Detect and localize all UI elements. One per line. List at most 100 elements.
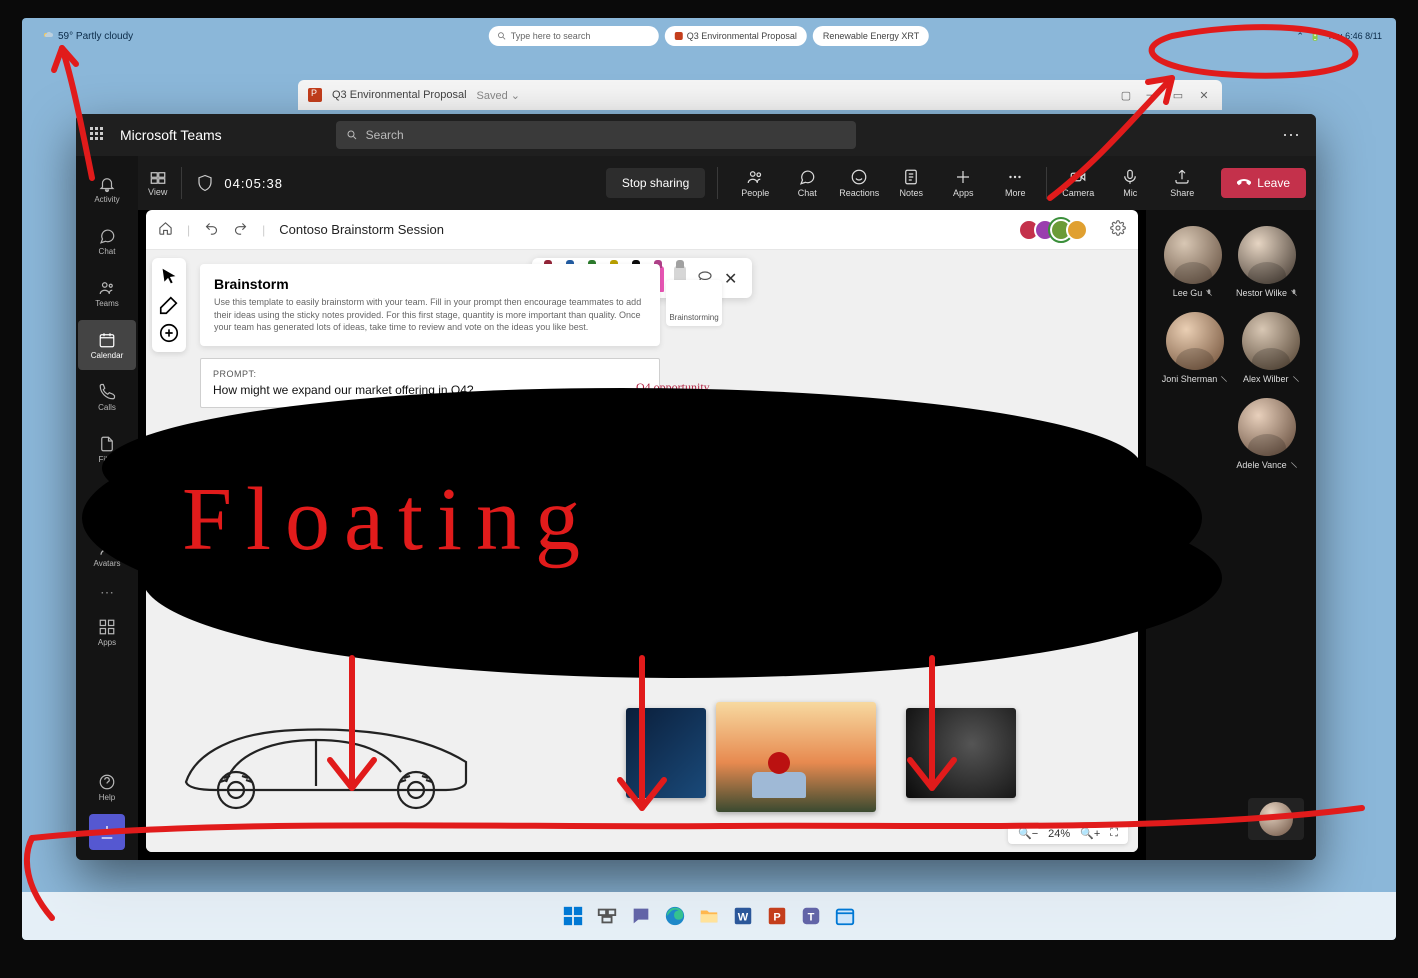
rail-chat[interactable]: Chat	[78, 216, 136, 266]
participant-tile[interactable]: Joni Sherman	[1162, 312, 1229, 384]
sticky-note[interactable]: Improve our supply chain to lower delive…	[434, 422, 504, 470]
participant-avatars[interactable]	[1024, 219, 1088, 241]
self-video-tile[interactable]	[1248, 798, 1304, 840]
svg-text:P: P	[773, 912, 780, 924]
brainstorm-heading: Brainstorm	[214, 276, 646, 292]
photo-1[interactable]	[626, 708, 706, 798]
meeting-chat-button[interactable]: Chat	[782, 160, 832, 206]
donut-chart	[621, 434, 691, 504]
zoom-in-icon[interactable]: 🔍+	[1080, 827, 1100, 840]
notes-button[interactable]: Notes	[886, 160, 936, 206]
powerpoint-icon	[308, 88, 322, 102]
sticky-note[interactable]: Analytics & BI	[278, 422, 348, 470]
rail-download[interactable]	[89, 814, 125, 850]
teams-search-placeholder: Search	[366, 128, 404, 142]
weather-text: 59° Partly cloudy	[58, 31, 133, 42]
rail-calendar[interactable]: Calendar	[78, 320, 136, 370]
participant-tile[interactable]: Nestor Wilke	[1236, 226, 1298, 298]
brainstorm-desc: Use this template to easily brainstorm w…	[214, 296, 646, 334]
pen-tool-icon[interactable]	[158, 294, 180, 316]
zoom-out-icon[interactable]: 🔍−	[1018, 827, 1038, 840]
rail-help[interactable]: Help	[78, 762, 136, 812]
rail-avatars[interactable]: Avatars	[78, 528, 136, 578]
cursor-tool-icon[interactable]	[158, 266, 180, 288]
weather-widget[interactable]: 59° Partly cloudy	[42, 30, 133, 42]
os-search-pill-1[interactable]: Q3 Environmental Proposal	[665, 26, 807, 46]
os-top-bar: 59° Partly cloudy Type here to search Q3…	[22, 24, 1396, 48]
brainstorm-card[interactable]: Brainstorm Use this template to easily b…	[200, 264, 660, 346]
prompt-label: PROMPT:	[213, 369, 647, 379]
rail-files[interactable]: Files	[78, 424, 136, 474]
camera-button[interactable]: Camera	[1053, 160, 1103, 206]
explorer-icon[interactable]	[696, 903, 722, 929]
rail-apps[interactable]: Apps	[78, 607, 136, 657]
task-view-icon[interactable]	[594, 903, 620, 929]
sticky-note[interactable]: Research new trends	[200, 422, 270, 470]
meeting-timer: 04:05:38	[224, 176, 283, 191]
ppt-maximize-icon[interactable]: ▭	[1170, 87, 1186, 103]
teams-taskbar-icon[interactable]: T	[798, 903, 824, 929]
zoom-value: 24%	[1048, 828, 1070, 840]
rail-activity[interactable]: Activity	[78, 164, 136, 214]
photo-3[interactable]	[906, 708, 1016, 798]
participant-tile[interactable]: Lee Gu	[1164, 226, 1222, 298]
share-button[interactable]: Share	[1157, 160, 1207, 206]
participant-tile[interactable]: Alex Wilber	[1242, 312, 1300, 384]
taskbar-chat-icon[interactable]	[628, 903, 654, 929]
ppt-minimize-icon[interactable]: —	[1144, 87, 1160, 103]
handwriting-q4: Q4 opportunity	[636, 380, 710, 395]
os-clock: Thu 6:46 8/11	[1327, 31, 1382, 41]
sticky-note[interactable]: Improve our current delivery targets	[356, 422, 426, 470]
meeting-control-bar: View 04:05:38 Stop sharing People Chat	[138, 156, 1316, 210]
os-search[interactable]: Type here to search	[489, 26, 659, 46]
participant-tile[interactable]: Adele Vance	[1236, 398, 1297, 470]
close-tray-icon[interactable]: ✕	[724, 269, 742, 287]
meeting-more-button[interactable]: More	[990, 160, 1040, 206]
calendar-taskbar-icon[interactable]	[832, 903, 858, 929]
start-icon[interactable]	[560, 903, 586, 929]
shield-icon[interactable]	[196, 174, 214, 192]
participant-strip: Lee Gu Nestor Wilke Joni Sherman Alex Wi…	[1146, 210, 1316, 860]
os-search-pill-2[interactable]: Renewable Energy XRT	[813, 26, 929, 46]
word-icon[interactable]: W	[730, 903, 756, 929]
sticky-row: Research new trends Analytics & BI Impro…	[200, 422, 582, 470]
teams-app-title: Microsoft Teams	[120, 127, 222, 143]
windows-taskbar[interactable]: W P T	[22, 892, 1396, 940]
home-icon[interactable]	[158, 221, 173, 239]
teams-nav-rail: Activity Chat Teams Calendar Calls Files…	[76, 156, 138, 860]
prompt-card[interactable]: PROMPT: How might we expand our market o…	[200, 358, 660, 408]
app-launcher-icon[interactable]	[90, 127, 106, 143]
car-sketch	[166, 702, 486, 812]
mic-button[interactable]: Mic	[1105, 160, 1155, 206]
powerpoint-taskbar-icon[interactable]: P	[764, 903, 790, 929]
leave-button[interactable]: Leave	[1221, 168, 1306, 198]
os-search-placeholder: Type here to search	[511, 31, 591, 41]
add-tool-icon[interactable]	[158, 322, 180, 344]
edge-icon[interactable]	[662, 903, 688, 929]
powerpoint-titlebar[interactable]: Q3 Environmental Proposal Saved ⌄ ▢ — ▭ …	[298, 80, 1222, 110]
ppt-close-icon[interactable]: ✕	[1196, 87, 1212, 103]
whiteboard-title[interactable]: Contoso Brainstorm Session	[279, 222, 444, 237]
photo-2[interactable]	[716, 702, 876, 812]
rail-viva[interactable]: Viva Conn...	[78, 476, 136, 526]
teams-more-icon[interactable]: ⋯	[1282, 125, 1302, 146]
ppt-save-state[interactable]: Saved ⌄	[477, 89, 520, 102]
os-system-tray[interactable]: ⌃🔋 Thu 6:46 8/11	[1296, 31, 1382, 42]
zoom-control: 🔍− 24% 🔍+ ⛶	[1008, 823, 1128, 844]
rail-teams[interactable]: Teams	[78, 268, 136, 318]
teams-search[interactable]: Search	[336, 121, 856, 149]
rail-calls[interactable]: Calls	[78, 372, 136, 422]
people-button[interactable]: People	[730, 160, 780, 206]
view-button[interactable]: View	[148, 169, 167, 197]
apps-button[interactable]: Apps	[938, 160, 988, 206]
brainstorming-tab[interactable]: Brainstorming	[666, 280, 722, 326]
redo-icon[interactable]	[233, 221, 248, 239]
stop-sharing-button[interactable]: Stop sharing	[606, 168, 705, 198]
reactions-button[interactable]: Reactions	[834, 160, 884, 206]
gear-icon[interactable]	[1110, 220, 1126, 239]
undo-icon[interactable]	[204, 221, 219, 239]
prompt-text: How might we expand our market offering …	[213, 383, 647, 397]
fit-screen-icon[interactable]: ⛶	[1110, 827, 1118, 840]
ppt-present-icon[interactable]: ▢	[1118, 87, 1134, 103]
svg-text:T: T	[808, 912, 815, 924]
